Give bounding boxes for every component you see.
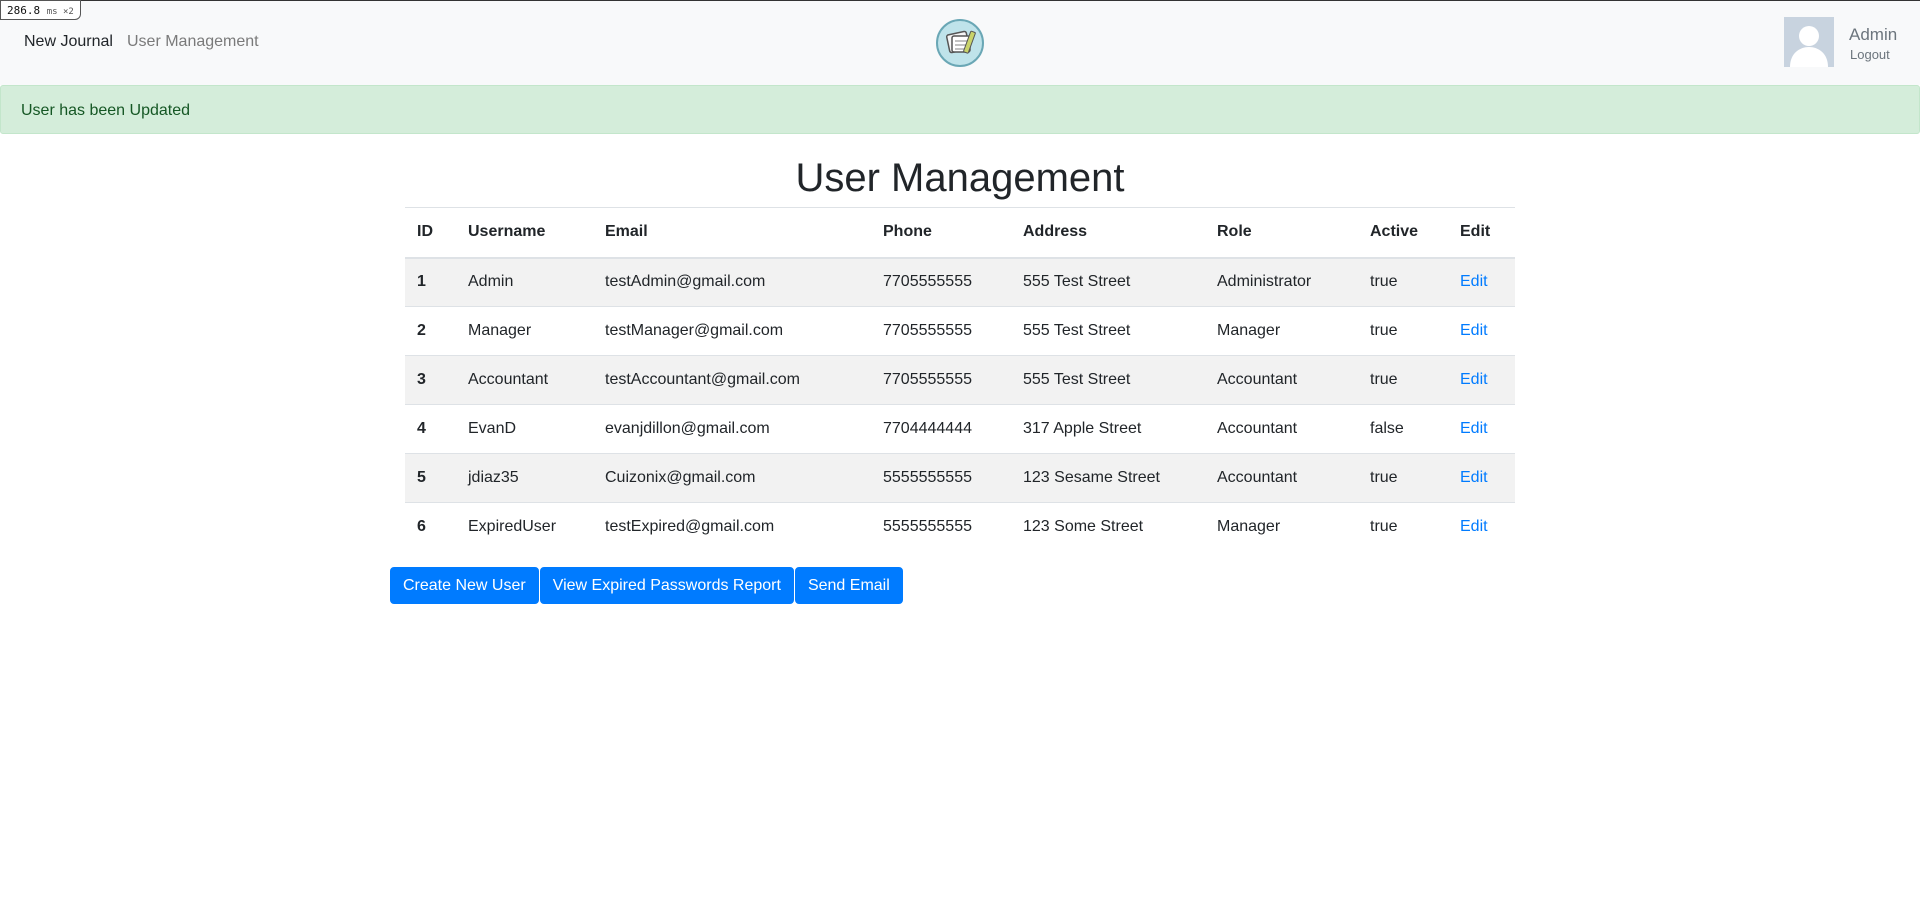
cell-edit: Edit <box>1448 404 1515 454</box>
cell-email: evanjdillon@gmail.com <box>593 404 871 454</box>
success-alert: User has been Updated <box>0 85 1920 134</box>
header-active: Active <box>1358 207 1448 259</box>
journal-logo-icon[interactable] <box>936 19 984 67</box>
edit-user-link[interactable]: Edit <box>1460 322 1488 339</box>
table-header-row: ID Username Email Phone Address Role Act… <box>405 207 1515 259</box>
cell-username: jdiaz35 <box>456 453 593 503</box>
cell-phone: 5555555555 <box>871 453 1011 503</box>
cell-active: true <box>1358 257 1448 307</box>
cell-id: 1 <box>405 257 456 307</box>
cell-role: Manager <box>1205 306 1358 356</box>
nav-brand-link[interactable]: New Journal <box>24 33 113 51</box>
table-row: 5 jdiaz35 Cuizonix@gmail.com 5555555555 … <box>405 453 1515 503</box>
send-email-button[interactable]: Send Email <box>794 567 903 604</box>
cell-active: true <box>1358 453 1448 503</box>
cell-edit: Edit <box>1448 257 1515 307</box>
table-row: 6 ExpiredUser testExpired@gmail.com 5555… <box>405 502 1515 552</box>
edit-user-link[interactable]: Edit <box>1460 371 1488 388</box>
cell-email: testManager@gmail.com <box>593 306 871 356</box>
cell-active: false <box>1358 404 1448 454</box>
cell-role: Accountant <box>1205 355 1358 405</box>
edit-user-link[interactable]: Edit <box>1460 469 1488 486</box>
cell-address: 555 Test Street <box>1011 257 1205 307</box>
cell-address: 123 Sesame Street <box>1011 453 1205 503</box>
cell-phone: 7705555555 <box>871 355 1011 405</box>
create-new-user-button[interactable]: Create New User <box>390 567 539 604</box>
logout-link[interactable]: Logout <box>1850 47 1890 62</box>
cell-role: Accountant <box>1205 453 1358 503</box>
cell-role: Manager <box>1205 502 1358 552</box>
table-row: 3 Accountant testAccountant@gmail.com 77… <box>405 355 1515 405</box>
header-email: Email <box>593 207 871 259</box>
cell-address: 317 Apple Street <box>1011 404 1205 454</box>
cell-active: true <box>1358 502 1448 552</box>
cell-phone: 7704444444 <box>871 404 1011 454</box>
edit-user-link[interactable]: Edit <box>1460 273 1488 290</box>
table-row: 1 Admin testAdmin@gmail.com 7705555555 5… <box>405 257 1515 307</box>
cell-edit: Edit <box>1448 502 1515 552</box>
view-expired-passwords-report-button[interactable]: View Expired Passwords Report <box>539 567 794 604</box>
cell-username: Admin <box>456 257 593 307</box>
cell-role: Administrator <box>1205 257 1358 307</box>
cell-address: 555 Test Street <box>1011 306 1205 356</box>
cell-username: Manager <box>456 306 593 356</box>
nav-user-management-link[interactable]: User Management <box>127 33 259 51</box>
navbar: New Journal User Management Admin Logout <box>0 0 1920 85</box>
user-avatar-icon[interactable] <box>1784 17 1834 67</box>
cell-id: 3 <box>405 355 456 405</box>
perf-badge: 286.8 ms ×2 <box>0 0 81 20</box>
action-button-group: Create New User View Expired Passwords R… <box>390 567 904 604</box>
cell-id: 6 <box>405 502 456 552</box>
table-row: 2 Manager testManager@gmail.com 77055555… <box>405 306 1515 356</box>
users-table: ID Username Email Phone Address Role Act… <box>405 207 1515 552</box>
cell-address: 555 Test Street <box>1011 355 1205 405</box>
cell-email: testAccountant@gmail.com <box>593 355 871 405</box>
header-edit: Edit <box>1448 207 1515 259</box>
cell-edit: Edit <box>1448 355 1515 405</box>
edit-user-link[interactable]: Edit <box>1460 420 1488 437</box>
cell-edit: Edit <box>1448 453 1515 503</box>
perf-unit: ms ×2 <box>46 7 74 17</box>
cell-email: testAdmin@gmail.com <box>593 257 871 307</box>
cell-active: true <box>1358 306 1448 356</box>
cell-role: Accountant <box>1205 404 1358 454</box>
edit-user-link[interactable]: Edit <box>1460 518 1488 535</box>
cell-username: Accountant <box>456 355 593 405</box>
cell-address: 123 Some Street <box>1011 502 1205 552</box>
cell-phone: 7705555555 <box>871 257 1011 307</box>
cell-username: ExpiredUser <box>456 502 593 552</box>
cell-edit: Edit <box>1448 306 1515 356</box>
cell-active: true <box>1358 355 1448 405</box>
cell-id: 4 <box>405 404 456 454</box>
table-row: 4 EvanD evanjdillon@gmail.com 7704444444… <box>405 404 1515 454</box>
header-id: ID <box>405 207 456 259</box>
user-name: Admin <box>1849 25 1898 44</box>
cell-username: EvanD <box>456 404 593 454</box>
cell-id: 5 <box>405 453 456 503</box>
header-phone: Phone <box>871 207 1011 259</box>
header-username: Username <box>456 207 593 259</box>
header-address: Address <box>1011 207 1205 259</box>
page-title: User Management <box>795 156 1125 200</box>
cell-email: Cuizonix@gmail.com <box>593 453 871 503</box>
cell-id: 2 <box>405 306 456 356</box>
header-role: Role <box>1205 207 1358 259</box>
cell-phone: 5555555555 <box>871 502 1011 552</box>
cell-email: testExpired@gmail.com <box>593 502 871 552</box>
perf-value: 286.8 <box>7 4 41 17</box>
cell-phone: 7705555555 <box>871 306 1011 356</box>
